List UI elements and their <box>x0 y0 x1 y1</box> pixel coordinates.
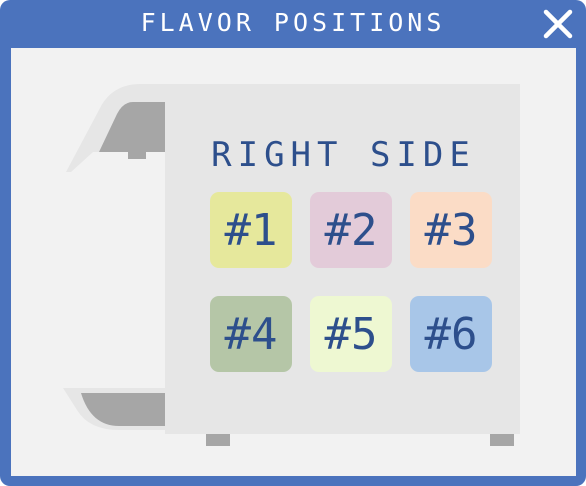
machine-nozzle <box>128 152 146 159</box>
window-title: FLAVOR POSITIONS <box>140 8 446 37</box>
close-icon <box>543 9 573 39</box>
flavor-positions-window: FLAVOR POSITIONS RIGHT SIDE #1 #2 #3 #4 … <box>0 0 586 486</box>
title-bar: FLAVOR POSITIONS <box>0 0 586 46</box>
flavor-slot-5[interactable]: #5 <box>310 296 392 372</box>
machine-foot-right <box>490 434 514 446</box>
flavor-slot-1[interactable]: #1 <box>210 192 292 268</box>
content-panel: RIGHT SIDE #1 #2 #3 #4 #5 #6 <box>11 48 576 476</box>
flavor-slot-2[interactable]: #2 <box>310 192 392 268</box>
side-label: RIGHT SIDE <box>211 135 476 175</box>
flavor-slot-4[interactable]: #4 <box>210 296 292 372</box>
close-button[interactable] <box>538 4 578 44</box>
flavor-slot-3[interactable]: #3 <box>410 192 492 268</box>
flavor-slot-6[interactable]: #6 <box>410 296 492 372</box>
machine-foot-left <box>206 434 230 446</box>
